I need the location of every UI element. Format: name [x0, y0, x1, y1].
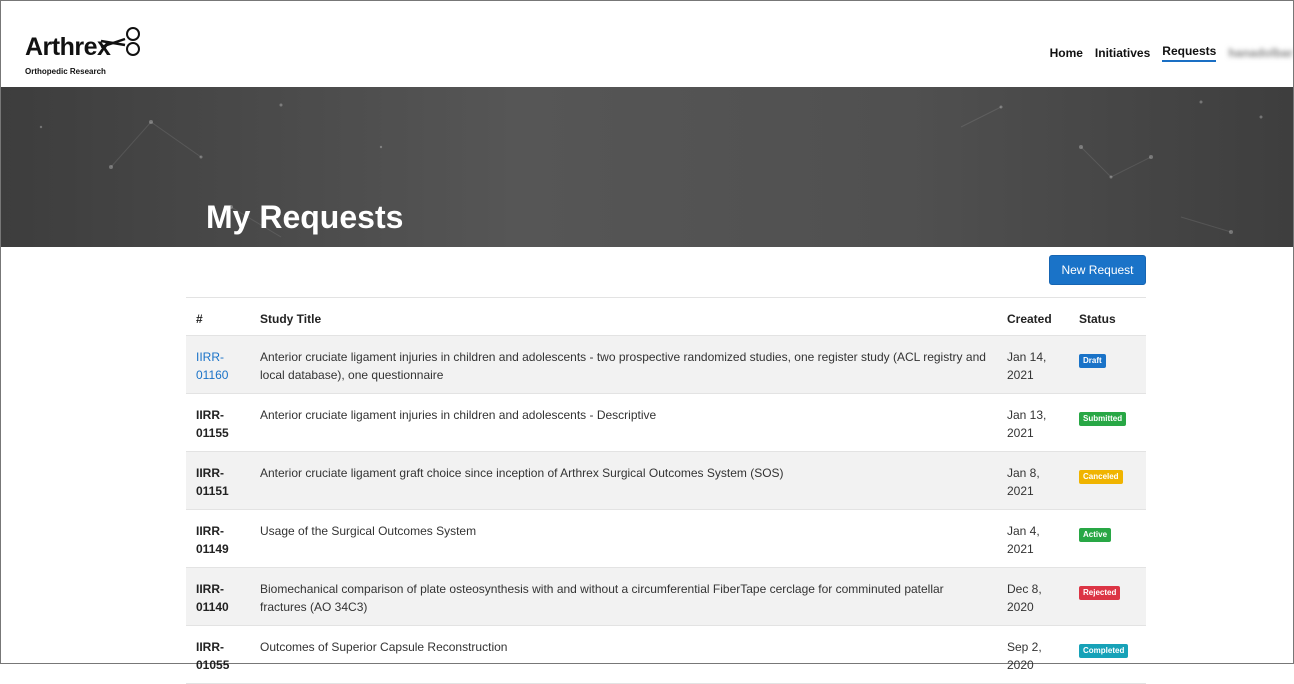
study-title: Anterior cruciate ligament graft choice …	[260, 466, 784, 480]
hero-banner: My Requests	[1, 87, 1293, 247]
created-date: Dec 8, 2020	[1007, 582, 1042, 614]
table-row[interactable]: IIRR- 01055 Outcomes of Superior Capsule …	[186, 626, 1146, 684]
created-date: Jan 8, 2021	[1007, 466, 1040, 498]
table-row[interactable]: IIRR- 01160 Anterior cruciate ligament in…	[186, 336, 1146, 394]
request-id: IIRR- 01140	[196, 582, 229, 614]
table-row[interactable]: IIRR- 01151 Anterior cruciate ligament gr…	[186, 452, 1146, 510]
table-header: # Study Title Created Status	[186, 298, 1146, 336]
study-title: Biomechanical comparison of plate osteos…	[260, 582, 944, 614]
brand-subtitle: Orthopedic Research	[25, 67, 106, 76]
scissors-icon	[100, 27, 140, 56]
request-id: IIRR- 01149	[196, 524, 229, 556]
top-bar: Arthrex Orthopedic Research Home Initiat…	[1, 1, 1293, 87]
study-title: Outcomes of Superior Capsule Reconstruct…	[260, 640, 508, 654]
created-date: Jan 13, 2021	[1007, 408, 1047, 440]
column-header-status[interactable]: Status	[1079, 310, 1116, 328]
table-row[interactable]: IIRR- 01155 Anterior cruciate ligament in…	[186, 394, 1146, 452]
status-cell: Canceled	[1079, 466, 1123, 484]
status-cell: Rejected	[1079, 582, 1121, 600]
brand-logo[interactable]: Arthrex Orthopedic Research	[25, 25, 145, 77]
status-badge: Completed	[1079, 644, 1129, 658]
created-date: Jan 4, 2021	[1007, 524, 1040, 556]
status-badge: Active	[1079, 528, 1112, 542]
status-badge: Draft	[1079, 354, 1106, 368]
nav-initiatives[interactable]: Initiatives	[1095, 46, 1150, 60]
column-header-title[interactable]: Study Title	[260, 310, 990, 328]
network-pattern-decoration	[39, 100, 1263, 238]
request-id: IIRR- 01055	[196, 640, 230, 672]
nav-home[interactable]: Home	[1050, 46, 1083, 60]
page-title: My Requests	[206, 199, 404, 235]
table-row[interactable]: IIRR- 01149 Usage of the Surgical Outcome…	[186, 510, 1146, 568]
main-nav: Home Initiatives Requests hanadolbar	[1038, 44, 1293, 62]
request-id: IIRR- 01151	[196, 466, 229, 498]
created-date: Jan 14, 2021	[1007, 350, 1047, 382]
requests-table: # Study Title Created Status IIRR- 01160 …	[186, 297, 1146, 684]
status-badge: Rejected	[1079, 586, 1121, 600]
table-row[interactable]: IIRR- 01140 Biomechanical comparison of p…	[186, 568, 1146, 626]
status-badge: Canceled	[1079, 470, 1123, 484]
request-id-link[interactable]: IIRR- 01160	[196, 348, 252, 384]
column-header-id[interactable]: #	[196, 310, 252, 328]
study-title: Anterior cruciate ligament injuries in c…	[260, 408, 657, 422]
status-cell: Submitted	[1079, 408, 1127, 426]
status-cell: Draft	[1079, 350, 1106, 368]
status-cell: Active	[1079, 524, 1112, 542]
request-id: IIRR- 01155	[196, 408, 229, 440]
new-request-button[interactable]: New Request	[1049, 255, 1146, 285]
nav-requests[interactable]: Requests	[1162, 44, 1217, 62]
study-title: Anterior cruciate ligament injuries in c…	[260, 350, 986, 382]
study-title: Usage of the Surgical Outcomes System	[260, 524, 477, 538]
user-menu[interactable]: hanadolbar	[1228, 46, 1293, 60]
created-date: Sep 2, 2020	[1007, 640, 1042, 672]
status-cell: Completed	[1079, 640, 1129, 658]
column-header-created[interactable]: Created	[1007, 310, 1063, 328]
status-badge: Submitted	[1079, 412, 1127, 426]
